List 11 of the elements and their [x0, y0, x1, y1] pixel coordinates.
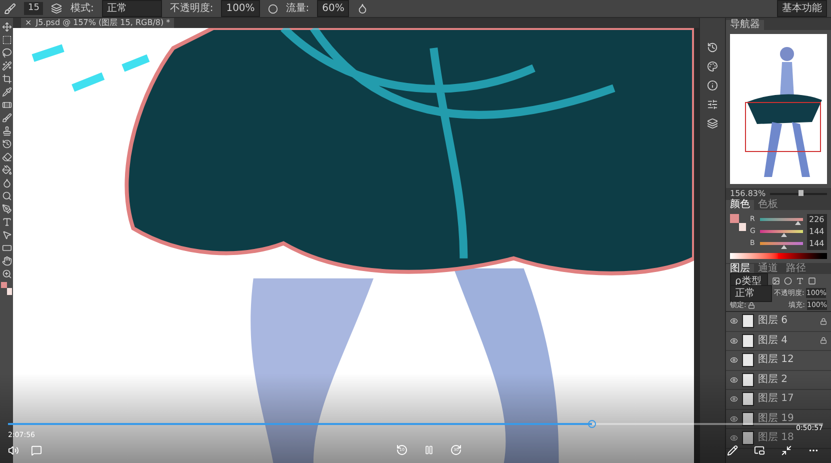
layer-name: 图层 19 — [758, 414, 794, 424]
layer-name: 图层 18 — [758, 433, 794, 444]
opacity-label: 不透明度: — [170, 2, 214, 16]
layer-name: 图层 4 — [758, 336, 788, 346]
layer-name: 图层 17 — [758, 394, 794, 404]
layer-name: 图层 12 — [758, 355, 794, 366]
mode-label: 模式: — [70, 2, 94, 16]
layer-name: 图层 2 — [758, 374, 788, 385]
layer-name: 图层 6 — [758, 316, 788, 326]
document-title: J5.psd @ 157% (图层 15, RGB/8) * — [36, 19, 170, 27]
flow-label: 流量: — [286, 2, 310, 16]
